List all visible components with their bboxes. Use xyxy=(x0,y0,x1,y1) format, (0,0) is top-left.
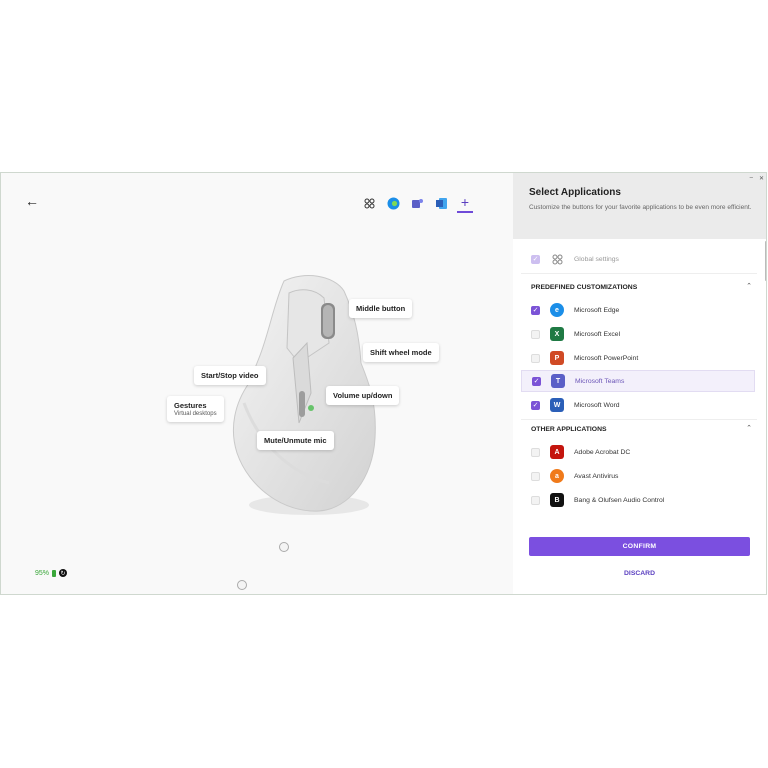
avast-checkbox[interactable] xyxy=(531,471,540,481)
button-marker[interactable] xyxy=(237,580,247,590)
gestures-title: Gestures xyxy=(174,401,207,410)
edge-icon[interactable] xyxy=(385,195,401,211)
gestures-callout[interactable]: Gestures Virtual desktops xyxy=(167,396,224,422)
global-apps-icon[interactable] xyxy=(361,195,377,211)
edge-icon: e xyxy=(550,303,564,317)
collapse-other-icon[interactable]: ⌃ xyxy=(746,424,752,432)
other-section-header: OTHER APPLICATIONS xyxy=(531,426,607,433)
minimize-icon[interactable]: – xyxy=(750,175,753,182)
app-row-word[interactable]: ✓ W Microsoft Word xyxy=(521,394,755,416)
shift-wheel-callout[interactable]: Shift wheel mode xyxy=(363,343,439,362)
acrobat-checkbox[interactable] xyxy=(531,447,540,457)
button-marker[interactable] xyxy=(279,542,289,552)
middle-button-callout[interactable]: Middle button xyxy=(349,299,413,318)
divider xyxy=(521,273,757,274)
discard-button[interactable]: DISCARD xyxy=(529,565,750,581)
predefined-section-header: PREDEFINED CUSTOMIZATIONS xyxy=(531,284,638,291)
window-controls: – ✕ xyxy=(750,175,764,182)
teams-checkbox[interactable]: ✓ xyxy=(532,376,541,386)
app-name: Avast Antivirus xyxy=(574,472,619,480)
mute-mic-callout[interactable]: Mute/Unmute mic xyxy=(257,431,334,450)
app-name: Adobe Acrobat DC xyxy=(574,448,631,456)
bang-olufsen-icon: B xyxy=(550,493,564,507)
app-name: Microsoft Edge xyxy=(574,306,620,314)
battery-icon xyxy=(52,569,57,577)
edge-checkbox[interactable]: ✓ xyxy=(531,305,540,315)
app-name: Microsoft Teams xyxy=(575,377,625,385)
word-checkbox[interactable]: ✓ xyxy=(531,400,540,410)
app-row-powerpoint[interactable]: P Microsoft PowerPoint xyxy=(521,347,755,369)
back-arrow-icon[interactable]: ← xyxy=(25,193,41,209)
app-row-avast[interactable]: a Avast Antivirus xyxy=(521,465,755,487)
app-row-acrobat[interactable]: A Adobe Acrobat DC xyxy=(521,441,755,463)
options-window: ← + Middle button Shift wheel mode Start… xyxy=(0,172,767,595)
add-app-icon[interactable]: + xyxy=(457,193,473,213)
battery-status: 95% ↻ xyxy=(35,569,68,577)
word-icon: W xyxy=(550,398,564,412)
divider xyxy=(521,419,757,420)
bang-olufsen-checkbox[interactable] xyxy=(531,495,540,505)
app-tabs: + xyxy=(361,193,473,213)
gestures-subtitle: Virtual desktops xyxy=(174,411,217,417)
acrobat-icon: A xyxy=(550,445,564,459)
device-view: ← + Middle button Shift wheel mode Start… xyxy=(1,173,513,594)
close-icon[interactable]: ✕ xyxy=(759,175,764,182)
powerpoint-icon: P xyxy=(550,351,564,365)
avast-icon: a xyxy=(550,469,564,483)
start-stop-video-callout[interactable]: Start/Stop video xyxy=(194,366,266,385)
word-icon[interactable] xyxy=(433,195,449,211)
app-row-bang-olufsen[interactable]: B Bang & Olufsen Audio Control xyxy=(521,489,755,511)
app-name: Microsoft Word xyxy=(574,401,620,409)
battery-percent: 95% xyxy=(35,569,50,577)
teams-icon: T xyxy=(551,374,565,388)
global-settings-label: Global settings xyxy=(574,255,619,263)
app-row-excel[interactable]: X Microsoft Excel xyxy=(521,323,755,345)
powerpoint-checkbox[interactable] xyxy=(531,353,540,363)
panel-title: Select Applications xyxy=(529,187,621,198)
list-scrollbar[interactable] xyxy=(765,241,766,281)
app-name: Microsoft Excel xyxy=(574,330,621,338)
global-apps-icon xyxy=(550,252,564,266)
excel-checkbox[interactable] xyxy=(531,329,540,339)
app-name: Bang & Olufsen Audio Control xyxy=(574,496,665,504)
panel-header: – ✕ Select Applications Customize the bu… xyxy=(513,173,766,239)
application-list: ✓ Global settings PREDEFINED CUSTOMIZATI… xyxy=(513,239,766,519)
app-row-edge[interactable]: ✓ e Microsoft Edge xyxy=(521,299,755,321)
app-name: Microsoft PowerPoint xyxy=(574,354,639,362)
panel-description: Customize the buttons for your favorite … xyxy=(529,204,752,211)
collapse-predefined-icon[interactable]: ⌃ xyxy=(746,282,752,290)
confirm-button[interactable]: CONFIRM xyxy=(529,537,750,556)
select-applications-panel: – ✕ Select Applications Customize the bu… xyxy=(513,173,766,594)
excel-icon: X xyxy=(550,327,564,341)
global-settings-checkbox: ✓ xyxy=(531,254,540,264)
volume-callout[interactable]: Volume up/down xyxy=(326,386,400,405)
sync-icon: ↻ xyxy=(59,569,68,577)
teams-icon[interactable] xyxy=(409,195,425,211)
global-settings-row: ✓ Global settings xyxy=(521,248,755,270)
app-row-teams[interactable]: ✓ T Microsoft Teams xyxy=(521,370,755,392)
